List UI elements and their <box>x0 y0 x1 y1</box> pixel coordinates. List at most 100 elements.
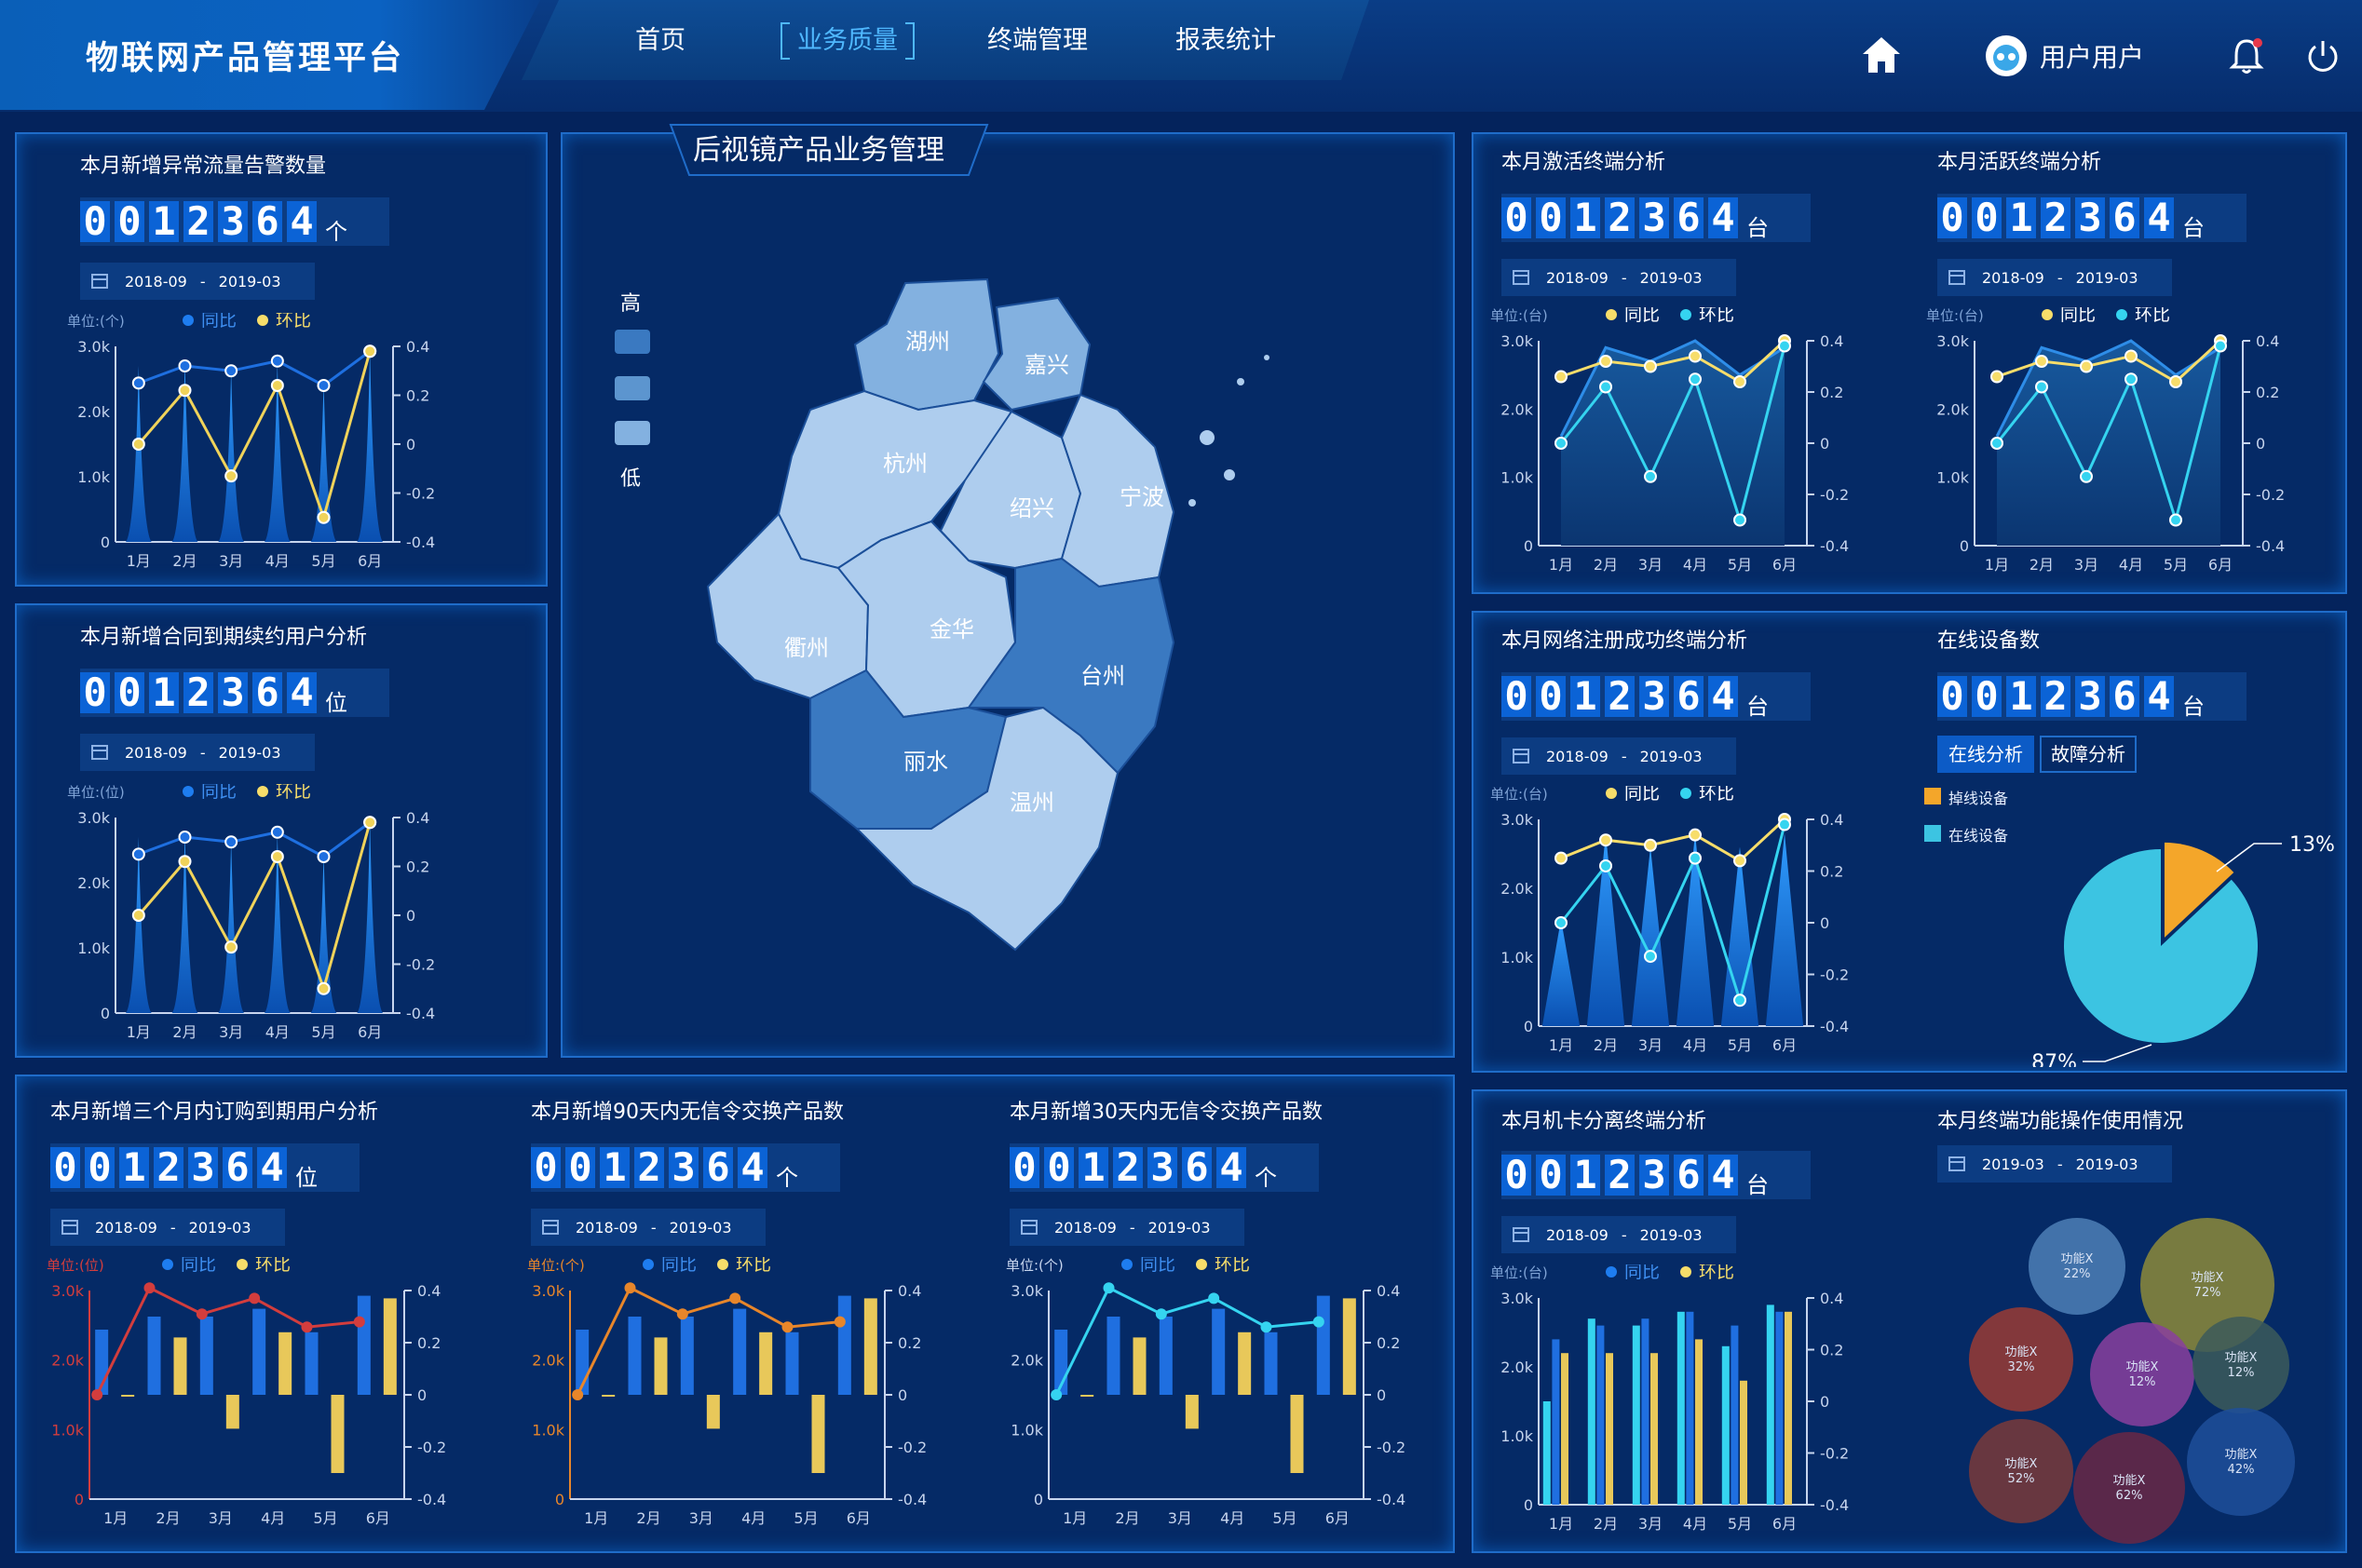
bar-yellow[interactable] <box>383 1298 397 1395</box>
series-point[interactable] <box>729 1292 741 1304</box>
bar-yellow[interactable] <box>1238 1331 1252 1395</box>
series-point[interactable] <box>1733 513 1746 527</box>
bar[interactable] <box>1552 1339 1560 1505</box>
bubble[interactable] <box>2192 1317 2289 1413</box>
series-point[interactable] <box>2214 339 2227 353</box>
series-point[interactable] <box>1689 828 1702 842</box>
bar-yellow[interactable] <box>278 1331 292 1395</box>
nav-terminal[interactable]: 终端管理 <box>974 22 1101 60</box>
pie-slice-online[interactable] <box>2064 849 2258 1043</box>
series-point[interactable] <box>1554 437 1568 450</box>
bar-blue[interactable] <box>1212 1308 1226 1395</box>
tab-fault-analysis[interactable]: 故障分析 <box>2040 736 2137 773</box>
bar-yellow[interactable] <box>1185 1395 1199 1429</box>
bubble[interactable] <box>2029 1218 2125 1315</box>
series-point[interactable] <box>301 1321 313 1333</box>
bar[interactable] <box>1641 1318 1649 1505</box>
bar[interactable] <box>1542 1401 1551 1505</box>
series-point[interactable] <box>363 816 377 830</box>
date-range-picker[interactable]: 2018-09-2019-03 <box>1010 1209 1244 1246</box>
tab-online-analysis[interactable]: 在线分析 <box>1937 736 2034 773</box>
date-range-picker[interactable]: 2018-09-2019-03 <box>1937 259 2172 296</box>
home-icon[interactable] <box>1861 35 1902 74</box>
series-point[interactable] <box>572 1389 584 1400</box>
bar[interactable] <box>1632 1325 1640 1505</box>
power-icon[interactable] <box>2304 37 2342 74</box>
bubble[interactable] <box>2073 1432 2185 1544</box>
series-point[interactable] <box>317 510 331 524</box>
date-range-picker[interactable]: 2018-09-2019-03 <box>1501 1216 1736 1253</box>
bar-blue[interactable] <box>1106 1317 1120 1395</box>
bar-yellow[interactable] <box>1290 1395 1304 1473</box>
bar[interactable] <box>1606 1353 1613 1505</box>
series-point[interactable] <box>1599 858 1612 872</box>
nav-quality[interactable]: 业务质量 <box>781 22 915 60</box>
series-point[interactable] <box>2035 355 2048 368</box>
series-point[interactable] <box>834 1316 846 1328</box>
date-range-picker[interactable]: 2018-09-2019-03 <box>50 1209 285 1246</box>
series-point[interactable] <box>224 940 238 954</box>
series-point[interactable] <box>1554 370 1568 384</box>
series-point[interactable] <box>1155 1308 1167 1320</box>
bar[interactable] <box>1587 1318 1595 1505</box>
nav-report[interactable]: 报表统计 <box>1162 22 1289 60</box>
series-point[interactable] <box>1689 349 1702 363</box>
bar-blue[interactable] <box>252 1308 266 1395</box>
date-range-picker[interactable]: 2019-03-2019-03 <box>1937 1145 2172 1183</box>
series-point[interactable] <box>1778 818 1791 831</box>
series-point[interactable] <box>1312 1316 1324 1328</box>
series-point[interactable] <box>224 469 238 483</box>
bar-blue[interactable] <box>357 1295 371 1395</box>
series-point[interactable] <box>1644 359 1657 373</box>
series-point[interactable] <box>143 1282 156 1294</box>
series-point[interactable] <box>2124 349 2138 363</box>
series-point[interactable] <box>2169 375 2182 388</box>
bubble[interactable] <box>2090 1322 2194 1426</box>
series-point[interactable] <box>1554 916 1568 929</box>
series-point[interactable] <box>2035 380 2048 394</box>
bar-yellow[interactable] <box>1133 1337 1147 1395</box>
bar-blue[interactable] <box>837 1295 851 1395</box>
bar-yellow[interactable] <box>759 1331 773 1395</box>
bar-blue[interactable] <box>147 1317 161 1395</box>
series-point[interactable] <box>178 855 192 869</box>
bar[interactable] <box>1650 1353 1658 1505</box>
series-point[interactable] <box>1599 355 1612 368</box>
series-point[interactable] <box>676 1308 688 1320</box>
series-point[interactable] <box>781 1321 794 1333</box>
series-point[interactable] <box>317 850 331 863</box>
series-point[interactable] <box>131 909 145 922</box>
series-point[interactable] <box>353 1316 365 1328</box>
bubble[interactable] <box>1969 1419 2073 1523</box>
series-point[interactable] <box>1554 851 1568 865</box>
bar-blue[interactable] <box>1316 1295 1330 1395</box>
bar[interactable] <box>1766 1304 1774 1505</box>
bar-blue[interactable] <box>305 1331 319 1395</box>
series-point[interactable] <box>270 379 284 392</box>
series-point[interactable] <box>363 345 377 358</box>
nav-home[interactable]: 首页 <box>622 22 699 60</box>
series-point[interactable] <box>1644 838 1657 852</box>
bar-yellow[interactable] <box>706 1395 720 1429</box>
series-point[interactable] <box>131 847 145 861</box>
series-point[interactable] <box>178 831 192 844</box>
series-point[interactable] <box>178 384 192 398</box>
series-point[interactable] <box>2080 469 2093 483</box>
series-point[interactable] <box>91 1389 103 1400</box>
series-point[interactable] <box>1733 375 1746 388</box>
bar-blue[interactable] <box>628 1317 642 1395</box>
series-point[interactable] <box>1260 1321 1272 1333</box>
bar[interactable] <box>1676 1311 1685 1505</box>
series-point[interactable] <box>1689 372 1702 386</box>
date-range-picker[interactable]: 2018-09-2019-03 <box>1501 737 1736 775</box>
date-range-picker[interactable]: 2018-09-2019-03 <box>531 1209 766 1246</box>
bar[interactable] <box>1731 1325 1739 1505</box>
series-point[interactable] <box>1051 1389 1063 1400</box>
bar-yellow[interactable] <box>1342 1298 1356 1395</box>
user-name[interactable]: 用户用户 <box>2040 37 2144 74</box>
series-point[interactable] <box>1103 1282 1115 1294</box>
series-point[interactable] <box>1644 469 1657 483</box>
series-point[interactable] <box>1778 339 1791 353</box>
bar-blue[interactable] <box>733 1308 747 1395</box>
series-point[interactable] <box>1733 994 1746 1007</box>
